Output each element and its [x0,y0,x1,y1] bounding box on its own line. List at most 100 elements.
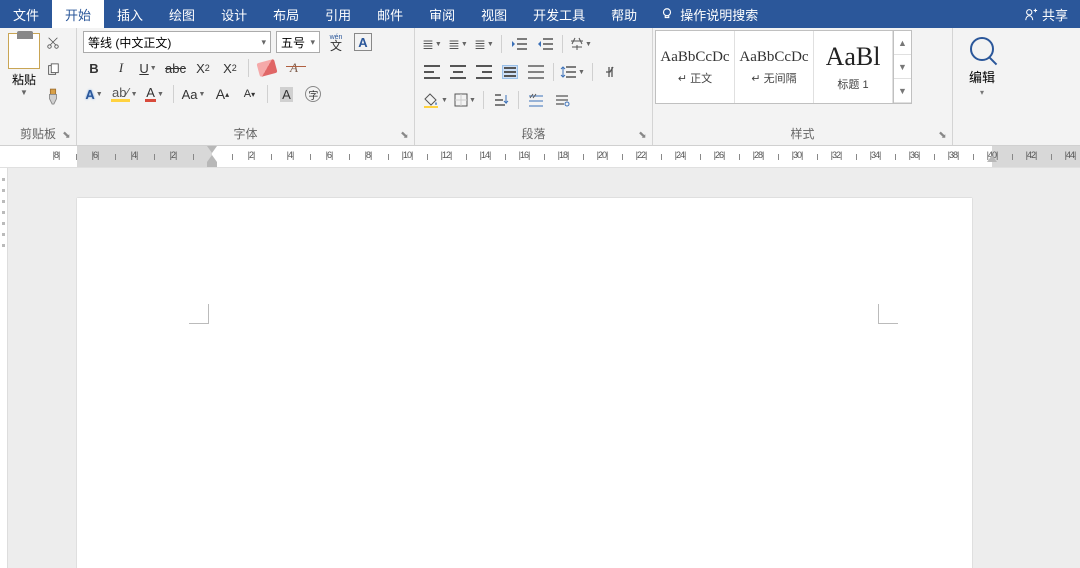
style-name: ↵ 无间隔 [751,70,796,86]
font-size-combo[interactable]: 五号▾ [276,31,320,53]
margin-marker-tr [878,304,898,324]
paragraph-settings-button[interactable] [551,89,573,111]
styles-scroll-down[interactable]: ▼ [894,55,911,79]
navigation-strip[interactable] [0,168,8,568]
font-color-button[interactable]: A▼ [144,83,166,105]
align-center-button[interactable] [447,61,469,83]
tab-references[interactable]: 引用 [312,0,364,28]
grow-font-button[interactable]: A▴ [211,83,233,105]
chevron-down-icon: ▼ [96,91,103,98]
style-preview: AaBbCcDc [660,49,729,66]
asian-layout-icon [570,37,584,51]
char-shading-button[interactable]: A [275,83,297,105]
text-effects-button[interactable]: A▼ [83,83,105,105]
font-name-combo[interactable]: 等线 (中文正文)▾ [83,31,271,53]
group-label-styles: 样式 [653,123,952,145]
separator [267,85,268,103]
chevron-down-icon: ▾ [257,37,266,48]
multilevel-list-button[interactable]: ≣▼ [473,33,495,55]
tab-draw[interactable]: 绘图 [156,0,208,28]
cut-button[interactable] [44,34,62,52]
tell-me-label: 操作说明搜索 [680,5,758,24]
tell-me-search[interactable]: 操作说明搜索 [650,0,768,28]
align-distributed-button[interactable] [525,61,547,83]
tab-review[interactable]: 审阅 [416,0,468,28]
styles-launcher[interactable]: ⬊ [936,129,949,142]
menubar-spacer [768,0,1012,28]
highlight-button[interactable]: ab⁄▼ [110,83,139,105]
line-spacing-button[interactable]: ▼ [560,61,586,83]
phonetic-guide-button[interactable]: wén文 [325,31,347,53]
chevron-down-icon: ▼ [198,91,205,98]
asian-layout-button[interactable]: ▼ [569,33,593,55]
separator [501,35,502,53]
subscript-button[interactable]: X2 [192,57,214,79]
styles-scroll-up[interactable]: ▲ [894,31,911,55]
align-left-button[interactable] [421,61,443,83]
char-spacing-button[interactable]: Aa▼ [181,83,207,105]
align-justify-button[interactable] [499,61,521,83]
clear-formatting-button[interactable]: A [283,57,305,79]
borders-button[interactable]: ▼ [453,89,477,111]
tab-layout[interactable]: 布局 [260,0,312,28]
sort-button[interactable] [490,89,512,111]
strike-label: abc [165,61,186,76]
style-no-spacing[interactable]: AaBbCcDc ↵ 无间隔 [735,31,814,103]
margin-marker-tl [189,304,209,324]
italic-button[interactable]: I [110,57,132,79]
style-preview: AaBl [826,42,881,72]
increase-indent-button[interactable] [534,33,556,55]
align-distributed-icon [528,65,544,79]
copy-icon [46,63,60,77]
enclose-char-button[interactable]: 字 [302,83,324,105]
align-right-button[interactable] [473,61,495,83]
group-label-font: 字体 [77,123,414,145]
style-normal[interactable]: AaBbCcDc ↵ 正文 [656,31,735,103]
strikethrough-button[interactable]: abc [164,57,187,79]
tab-home[interactable]: 开始 [52,0,104,28]
separator [173,85,174,103]
tab-view[interactable]: 视图 [468,0,520,28]
editing-button[interactable]: 编辑 ▾ [959,31,1005,97]
underline-button[interactable]: U▼ [137,57,159,79]
paragraph-launcher[interactable]: ⬊ [636,129,649,142]
superscript-button[interactable]: X2 [219,57,241,79]
group-editing: 编辑 ▾ [953,28,1080,145]
decrease-indent-button[interactable] [508,33,530,55]
para-settings-icon [554,93,570,107]
tab-insert[interactable]: 插入 [104,0,156,28]
align-left-icon [424,65,440,79]
number-list-icon: ≣ [448,36,460,53]
chevron-down-icon: ▾ [306,37,315,48]
group-label-paragraph: 段落 [415,123,652,145]
format-painter-button[interactable] [44,88,62,106]
tab-mailings[interactable]: 邮件 [364,0,416,28]
shrink-font-button[interactable]: A▾ [238,83,260,105]
tab-file[interactable]: 文件 [0,0,52,28]
border-icon [454,93,468,107]
tab-developer[interactable]: 开发工具 [520,0,598,28]
tab-design[interactable]: 设计 [208,0,260,28]
copy-button[interactable] [44,61,62,79]
shading-button[interactable]: ▼ [421,89,449,111]
share-button[interactable]: 共享 [1012,0,1080,28]
pilcrow-icon [603,65,617,79]
tab-help[interactable]: 帮助 [598,0,650,28]
eraser-button[interactable] [256,57,278,79]
ruler[interactable]: |8||6||4||2||2||4||6||8||10||12||14||16|… [0,146,1080,168]
clipboard-launcher[interactable]: ⬊ [60,129,73,142]
paste-button[interactable]: 粘贴 ▼ [6,31,42,97]
document-page[interactable] [77,198,972,568]
snap-to-grid-button[interactable] [525,89,547,111]
bold-button[interactable]: B [83,57,105,79]
bullets-button[interactable]: ≣▼ [421,33,443,55]
style-heading1[interactable]: AaBl 标题 1 [814,31,893,103]
horizontal-ruler[interactable]: |8||6||4||2||2||4||6||8||10||12||14||16|… [77,146,1080,167]
show-marks-button[interactable] [599,61,621,83]
search-icon [970,37,994,61]
font-launcher[interactable]: ⬊ [398,129,411,142]
char-border-button[interactable]: A [352,31,374,53]
numbering-button[interactable]: ≣▼ [447,33,469,55]
chevron-down-icon: ▼ [578,69,585,76]
styles-expand[interactable]: ▼ [894,79,911,103]
